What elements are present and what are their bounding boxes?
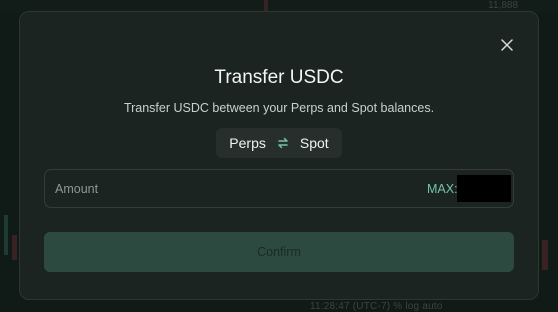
modal-title: Transfer USDC bbox=[214, 67, 344, 88]
close-icon bbox=[501, 39, 513, 51]
backdrop-time-label: 11:28:47 (UTC-7) % log auto bbox=[310, 301, 443, 312]
amount-input[interactable]: Amount MAX: bbox=[44, 169, 514, 208]
backdrop-price-label: 11,888 bbox=[488, 0, 518, 11]
switch-from-label: Perps bbox=[229, 135, 266, 151]
perps-spot-switch[interactable]: Perps Spot bbox=[216, 128, 342, 158]
max-value-redacted bbox=[457, 175, 511, 202]
max-button[interactable]: MAX: bbox=[427, 182, 458, 196]
switch-to-label: Spot bbox=[299, 135, 329, 151]
transfer-modal: Transfer USDC Transfer USDC between your… bbox=[19, 11, 539, 300]
backdrop-candle bbox=[12, 235, 17, 260]
amount-placeholder: Amount bbox=[55, 182, 99, 196]
close-button[interactable] bbox=[498, 36, 516, 54]
backdrop-candle bbox=[542, 240, 548, 270]
swap-arrows-icon bbox=[276, 136, 290, 150]
modal-subtitle: Transfer USDC between your Perps and Spo… bbox=[123, 101, 435, 115]
confirm-button[interactable]: Confirm bbox=[44, 232, 514, 272]
backdrop-candle bbox=[4, 215, 8, 255]
